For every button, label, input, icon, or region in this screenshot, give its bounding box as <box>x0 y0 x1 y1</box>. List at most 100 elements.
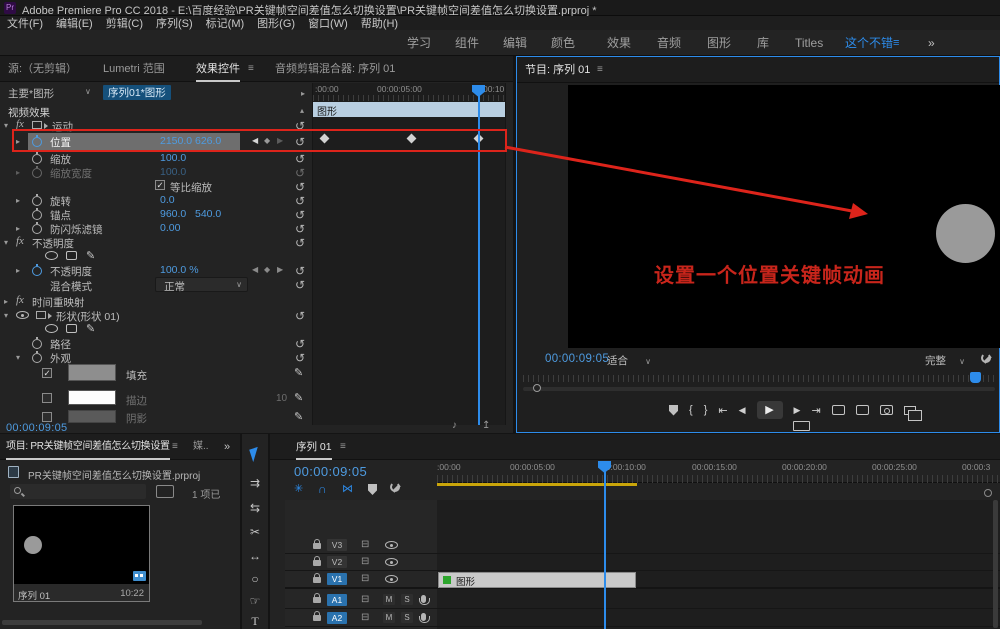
track-output-eye-icon[interactable] <box>385 575 398 583</box>
menu-item-window[interactable]: 窗口(W) <box>308 15 348 31</box>
scale-value[interactable]: 100.0 <box>160 152 186 164</box>
tool-selection[interactable] <box>242 446 268 464</box>
track-output-eye-icon[interactable] <box>385 541 398 549</box>
add-marker-button[interactable] <box>669 404 678 416</box>
shadow-color-swatch[interactable] <box>68 410 116 423</box>
menu-item-sequence[interactable]: 序列(S) <box>156 15 193 31</box>
eye-icon[interactable] <box>16 311 29 319</box>
menu-item-file[interactable]: 文件(F) <box>7 15 43 31</box>
uniform-scale-checkbox[interactable]: ✓ <box>155 180 165 190</box>
anchor-x-value[interactable]: 960.0 <box>160 208 186 220</box>
sync-lock-icon[interactable]: ⊟ <box>361 539 369 550</box>
playback-quality-select[interactable]: 完整 ∨ <box>925 353 965 368</box>
lock-icon[interactable] <box>313 573 321 583</box>
track-label-v2[interactable]: V2 <box>327 556 347 568</box>
workspace-tab-editing[interactable]: 编辑 <box>503 30 527 56</box>
eyedropper-icon[interactable]: ✎ <box>294 391 303 404</box>
reset-button[interactable]: ↺ <box>295 222 305 236</box>
workspace-tab-custom[interactable]: 这个不错 <box>845 30 893 56</box>
mask-rect-button[interactable] <box>66 251 77 260</box>
workspace-menu-icon[interactable]: ≡ <box>893 30 899 56</box>
workspace-tab-assembly[interactable]: 组件 <box>455 30 479 56</box>
path-row[interactable]: 路径 ↺ <box>0 336 310 351</box>
reset-button[interactable]: ↺ <box>295 166 305 180</box>
menu-item-clip[interactable]: 剪辑(C) <box>106 15 143 31</box>
reset-button[interactable]: ↺ <box>295 180 305 194</box>
voiceover-mic-icon[interactable] <box>418 595 430 605</box>
sequence-card[interactable]: 序列 01 10:22 <box>13 505 150 602</box>
uniform-scale-row[interactable]: ✓ 等比缩放 ↺ <box>0 179 310 194</box>
tab-media-browser[interactable]: 媒.. <box>193 434 209 460</box>
lock-icon[interactable] <box>313 593 321 603</box>
track-row-a2[interactable]: A2 ⊟ M S <box>285 609 1000 627</box>
tool-track-select[interactable]: ⇉ <box>242 476 268 490</box>
stopwatch-icon[interactable] <box>32 207 42 220</box>
twirl-closed-icon[interactable]: ▸ <box>16 266 20 275</box>
workspace-tab-libraries[interactable]: 库 <box>757 30 769 56</box>
anchor-row[interactable]: 锚点 960.0 540.0 ↺ <box>0 207 310 222</box>
shadow-checkbox[interactable]: ✓ <box>42 412 52 422</box>
stopwatch-icon[interactable] <box>32 263 42 276</box>
fill-color-swatch[interactable] <box>68 364 116 381</box>
stroke-checkbox[interactable]: ✓ <box>42 393 52 403</box>
tool-razor[interactable]: ✂ <box>242 525 268 539</box>
sync-lock-icon[interactable]: ⊟ <box>361 594 369 605</box>
eyedropper-icon[interactable]: ✎ <box>294 410 303 423</box>
rotation-row[interactable]: ▸ 旋转 0.0 ↺ <box>0 193 310 208</box>
twirl-open-icon[interactable]: ▾ <box>4 238 8 247</box>
antiflicker-value[interactable]: 0.00 <box>160 222 180 234</box>
reset-button[interactable]: ↺ <box>295 309 305 323</box>
timeline-settings-icon[interactable] <box>390 482 402 494</box>
search-input[interactable] <box>26 484 142 497</box>
zoom-level-select[interactable]: 适合 ∨ <box>607 353 651 368</box>
workspace-tab-graphics[interactable]: 图形 <box>707 30 731 56</box>
rotation-value[interactable]: 0.0 <box>160 194 175 206</box>
sync-lock-icon[interactable]: ⊟ <box>361 612 369 623</box>
scale-width-value[interactable]: 100.0 <box>160 166 186 178</box>
scrollbar-vertical[interactable] <box>993 500 998 628</box>
linked-selection-icon[interactable]: ⋈ <box>342 482 353 495</box>
go-to-out-button[interactable]: ⇥ <box>811 404 820 417</box>
sync-lock-icon[interactable]: ⊟ <box>361 556 369 567</box>
eyedropper-icon[interactable]: ✎ <box>294 366 303 379</box>
mask-ellipse-button[interactable] <box>45 324 58 333</box>
mask-rect-button[interactable] <box>66 324 77 333</box>
twirl-closed-icon[interactable]: ▸ <box>16 168 20 177</box>
track-output-eye-icon[interactable] <box>385 558 398 566</box>
track-row-v1[interactable]: V1 ⊟ 图形 <box>285 571 1000 589</box>
timeline-zoom-handle[interactable] <box>984 489 992 497</box>
panel-menu-icon[interactable]: ≡ <box>597 57 603 83</box>
blend-mode-select[interactable]: 正常 ∨ <box>155 277 248 293</box>
step-forward-button[interactable]: ▶ <box>794 405 801 416</box>
track-label-v3[interactable]: V3 <box>327 539 347 551</box>
mask-pen-button[interactable]: ✎ <box>86 249 95 262</box>
twirl-closed-icon[interactable]: ▸ <box>4 297 8 306</box>
tool-ellipse[interactable]: ○ <box>242 572 268 586</box>
mark-in-button[interactable]: { <box>689 404 693 416</box>
scrubber-playhead[interactable] <box>970 372 981 383</box>
panel-menu-icon[interactable]: ≡ <box>340 434 346 460</box>
settings-wrench-icon[interactable] <box>981 353 993 365</box>
reset-button[interactable]: ↺ <box>295 208 305 222</box>
go-to-in-button[interactable]: ⇤ <box>718 404 727 417</box>
track-row-v3[interactable]: V3 ⊟ <box>285 537 1000 554</box>
twirl-closed-icon[interactable]: ▸ <box>16 224 20 233</box>
opacity-value[interactable]: 100.0 % <box>160 264 199 276</box>
twirl-open-icon[interactable]: ▾ <box>16 353 20 362</box>
opacity-row[interactable]: ▸ 不透明度 100.0 % ◀ ◆ ▶ ↺ <box>0 263 310 278</box>
button-editor-button[interactable] <box>903 405 922 421</box>
stopwatch-icon[interactable] <box>32 336 42 349</box>
export-frame-button[interactable] <box>879 405 893 415</box>
track-row-a1[interactable]: A1 ⊟ M S <box>285 591 1000 609</box>
fx-badge-icon[interactable]: fx <box>16 235 24 247</box>
twirl-open-icon[interactable]: ▾ <box>4 121 8 130</box>
add-marker-icon[interactable] <box>368 484 377 495</box>
track-label-a2[interactable]: A2 <box>327 612 347 624</box>
menu-item-markers[interactable]: 标记(M) <box>206 15 245 31</box>
time-remap-row[interactable]: ▸ fx 时间重映射 <box>0 294 310 309</box>
scale-width-row[interactable]: ▸ 缩放宽度 100.0 ↺ <box>0 165 310 180</box>
tab-program[interactable]: 节目: 序列 01 <box>525 57 590 83</box>
extract-button[interactable] <box>855 405 869 415</box>
mute-button[interactable]: M <box>383 594 395 605</box>
mask-ellipse-button[interactable] <box>45 251 58 260</box>
